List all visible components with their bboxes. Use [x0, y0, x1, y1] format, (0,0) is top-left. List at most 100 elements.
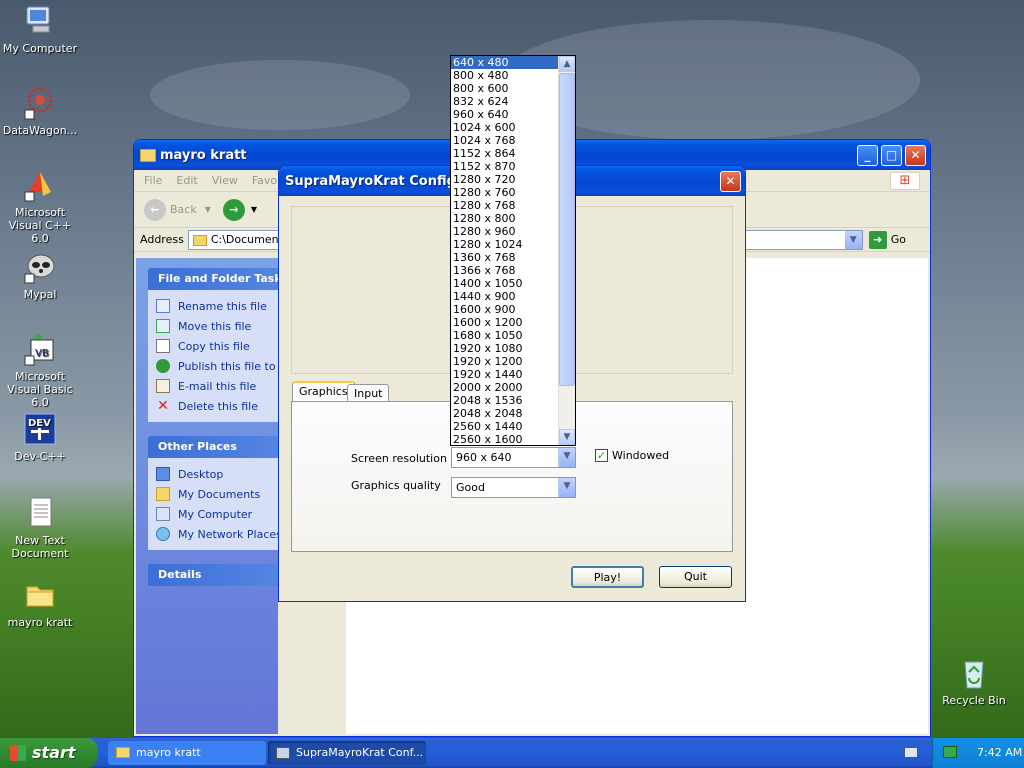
- tab-graphics[interactable]: Graphics: [292, 381, 355, 401]
- desktop-icon-recycle-bin[interactable]: Recycle Bin: [934, 656, 1014, 707]
- dropdown-option[interactable]: 1600 x 1200: [451, 316, 558, 329]
- menu-file[interactable]: File: [144, 174, 162, 187]
- play-button[interactable]: Play!: [571, 566, 644, 588]
- forward-arrow-icon[interactable]: →: [222, 198, 245, 221]
- desktop-icon-visual-basic[interactable]: VB Microsoft Visual Basic 6.0: [0, 332, 80, 409]
- panel-title[interactable]: Other Places: [148, 436, 278, 458]
- scroll-down-button[interactable]: ▼: [559, 429, 575, 445]
- desktop-icon-new-text-document[interactable]: New Text Document: [0, 496, 80, 560]
- dropdown-option[interactable]: 1366 x 768: [451, 264, 558, 277]
- dropdown-option[interactable]: 2048 x 1536: [451, 394, 558, 407]
- dropdown-option[interactable]: 1400 x 1050: [451, 277, 558, 290]
- folder-icon: [140, 148, 156, 162]
- panel-body: Rename this file Move this file Copy thi…: [148, 290, 278, 422]
- back-button-label[interactable]: Back: [170, 203, 197, 216]
- maximize-button[interactable]: □: [881, 145, 902, 166]
- dropdown-option[interactable]: 1152 x 870: [451, 160, 558, 173]
- start-label: start: [32, 743, 76, 762]
- dropdown-option[interactable]: 1280 x 768: [451, 199, 558, 212]
- tab-input[interactable]: Input: [347, 384, 390, 401]
- dropdown-option[interactable]: 2560 x 1440: [451, 420, 558, 433]
- back-arrow-icon[interactable]: ←: [144, 198, 166, 221]
- desktop-icon-visual-cpp[interactable]: Microsoft Visual C++ 6.0: [0, 168, 80, 245]
- menu-favorites[interactable]: Favo: [252, 174, 277, 187]
- go-arrow-icon[interactable]: ➜: [868, 230, 887, 249]
- chevron-down-icon[interactable]: ▼: [558, 448, 575, 467]
- resolution-label: Screen resolution: [351, 452, 447, 465]
- sky-cloud: [150, 60, 410, 130]
- dropdown-option[interactable]: 1024 x 600: [451, 121, 558, 134]
- dialog-close-button[interactable]: ✕: [720, 171, 741, 192]
- dropdown-option[interactable]: 1280 x 720: [451, 173, 558, 186]
- keyboard-icon[interactable]: [904, 747, 918, 758]
- task-label: Rename this file: [178, 299, 267, 313]
- dropdown-option[interactable]: 2000 x 2000: [451, 381, 558, 394]
- menu-edit[interactable]: Edit: [176, 174, 197, 187]
- task-move[interactable]: Move this file: [156, 316, 278, 336]
- quality-select[interactable]: Good ▼: [451, 477, 576, 498]
- menu-view[interactable]: View: [212, 174, 238, 187]
- place-my-computer[interactable]: My Computer: [156, 504, 278, 524]
- taskbar-item-config[interactable]: SupraMayroKrat Conf...: [268, 741, 426, 765]
- dropdown-option[interactable]: 1920 x 1200: [451, 355, 558, 368]
- network-tray-icon[interactable]: [943, 746, 957, 758]
- place-network[interactable]: My Network Places: [156, 524, 278, 544]
- chevron-down-icon: ▼: [204, 205, 211, 214]
- panel-body: Desktop My Documents My Computer My Netw…: [148, 458, 278, 550]
- minimize-button[interactable]: _: [857, 145, 878, 166]
- place-desktop[interactable]: Desktop: [156, 464, 278, 484]
- dropdown-option[interactable]: 1152 x 864: [451, 147, 558, 160]
- close-button[interactable]: ✕: [905, 145, 926, 166]
- network-icon: [156, 527, 170, 541]
- place-my-documents[interactable]: My Documents: [156, 484, 278, 504]
- desktop-icon-my-computer[interactable]: My Computer: [0, 4, 80, 55]
- dropdown-option[interactable]: 1600 x 900: [451, 303, 558, 316]
- folder-icon: [116, 747, 130, 758]
- dropdown-option[interactable]: 800 x 600: [451, 82, 558, 95]
- desktop-icon-mypal[interactable]: Mypal: [0, 250, 80, 301]
- desktop-icon-datawagon[interactable]: DataWagon...: [0, 86, 80, 137]
- dropdown-option[interactable]: 1280 x 800: [451, 212, 558, 225]
- dropdown-option[interactable]: 2560 x 1600: [451, 433, 558, 445]
- dropdown-option[interactable]: 832 x 624: [451, 95, 558, 108]
- chevron-down-icon[interactable]: ▼: [844, 230, 862, 249]
- panel-title[interactable]: Details: [148, 564, 278, 586]
- dropdown-option[interactable]: 1280 x 760: [451, 186, 558, 199]
- dropdown-option[interactable]: 1920 x 1440: [451, 368, 558, 381]
- desktop-icon-label: Microsoft Visual Basic 6.0: [7, 370, 73, 409]
- dropdown-option[interactable]: 1440 x 900: [451, 290, 558, 303]
- task-email[interactable]: E-mail this file: [156, 376, 278, 396]
- dropdown-option[interactable]: 2048 x 2048: [451, 407, 558, 420]
- windowed-checkbox[interactable]: ✓ Windowed: [595, 449, 669, 462]
- task-rename[interactable]: Rename this file: [156, 296, 278, 316]
- go-button[interactable]: Go: [891, 233, 906, 246]
- dropdown-option[interactable]: 960 x 640: [451, 108, 558, 121]
- task-delete[interactable]: ✕ Delete this file: [156, 396, 278, 416]
- resolution-dropdown-list[interactable]: 640 x 480 800 x 480 800 x 600 832 x 624 960 …: [450, 55, 576, 446]
- dropdown-scrollbar[interactable]: ▲ ▼: [558, 56, 575, 445]
- dropdown-option[interactable]: 1280 x 1024: [451, 238, 558, 251]
- task-publish[interactable]: Publish this file to th: [156, 356, 278, 376]
- dropdown-option[interactable]: 1360 x 768: [451, 251, 558, 264]
- task-copy[interactable]: Copy this file: [156, 336, 278, 356]
- taskbar-item-explorer[interactable]: mayro kratt: [108, 741, 266, 765]
- dropdown-option[interactable]: 1280 x 960: [451, 225, 558, 238]
- dropdown-option[interactable]: 800 x 480: [451, 69, 558, 82]
- desktop-icon-dev-cpp[interactable]: DEV Dev-C++: [0, 412, 80, 463]
- dropdown-option[interactable]: 1024 x 768: [451, 134, 558, 147]
- scroll-thumb[interactable]: [559, 73, 575, 386]
- desktop-icon-mayro-kratt[interactable]: mayro kratt: [0, 578, 80, 629]
- address-value: C:\Documents: [210, 232, 289, 246]
- dropdown-option[interactable]: 1680 x 1050: [451, 329, 558, 342]
- chevron-down-icon[interactable]: ▼: [558, 478, 575, 497]
- desktop-icon-label: Recycle Bin: [942, 694, 1006, 707]
- start-button[interactable]: start: [0, 738, 98, 768]
- dropdown-items: 640 x 480 800 x 480 800 x 600 832 x 624 960 …: [451, 56, 558, 445]
- dropdown-option[interactable]: 640 x 480: [451, 56, 558, 69]
- scroll-up-button[interactable]: ▲: [559, 56, 575, 72]
- dropdown-option[interactable]: 1920 x 1080: [451, 342, 558, 355]
- resolution-select[interactable]: 960 x 640 ▼: [451, 447, 576, 468]
- quit-button[interactable]: Quit: [659, 566, 732, 588]
- panel-title[interactable]: File and Folder Tasks: [148, 268, 278, 290]
- svg-text:VB: VB: [35, 348, 49, 359]
